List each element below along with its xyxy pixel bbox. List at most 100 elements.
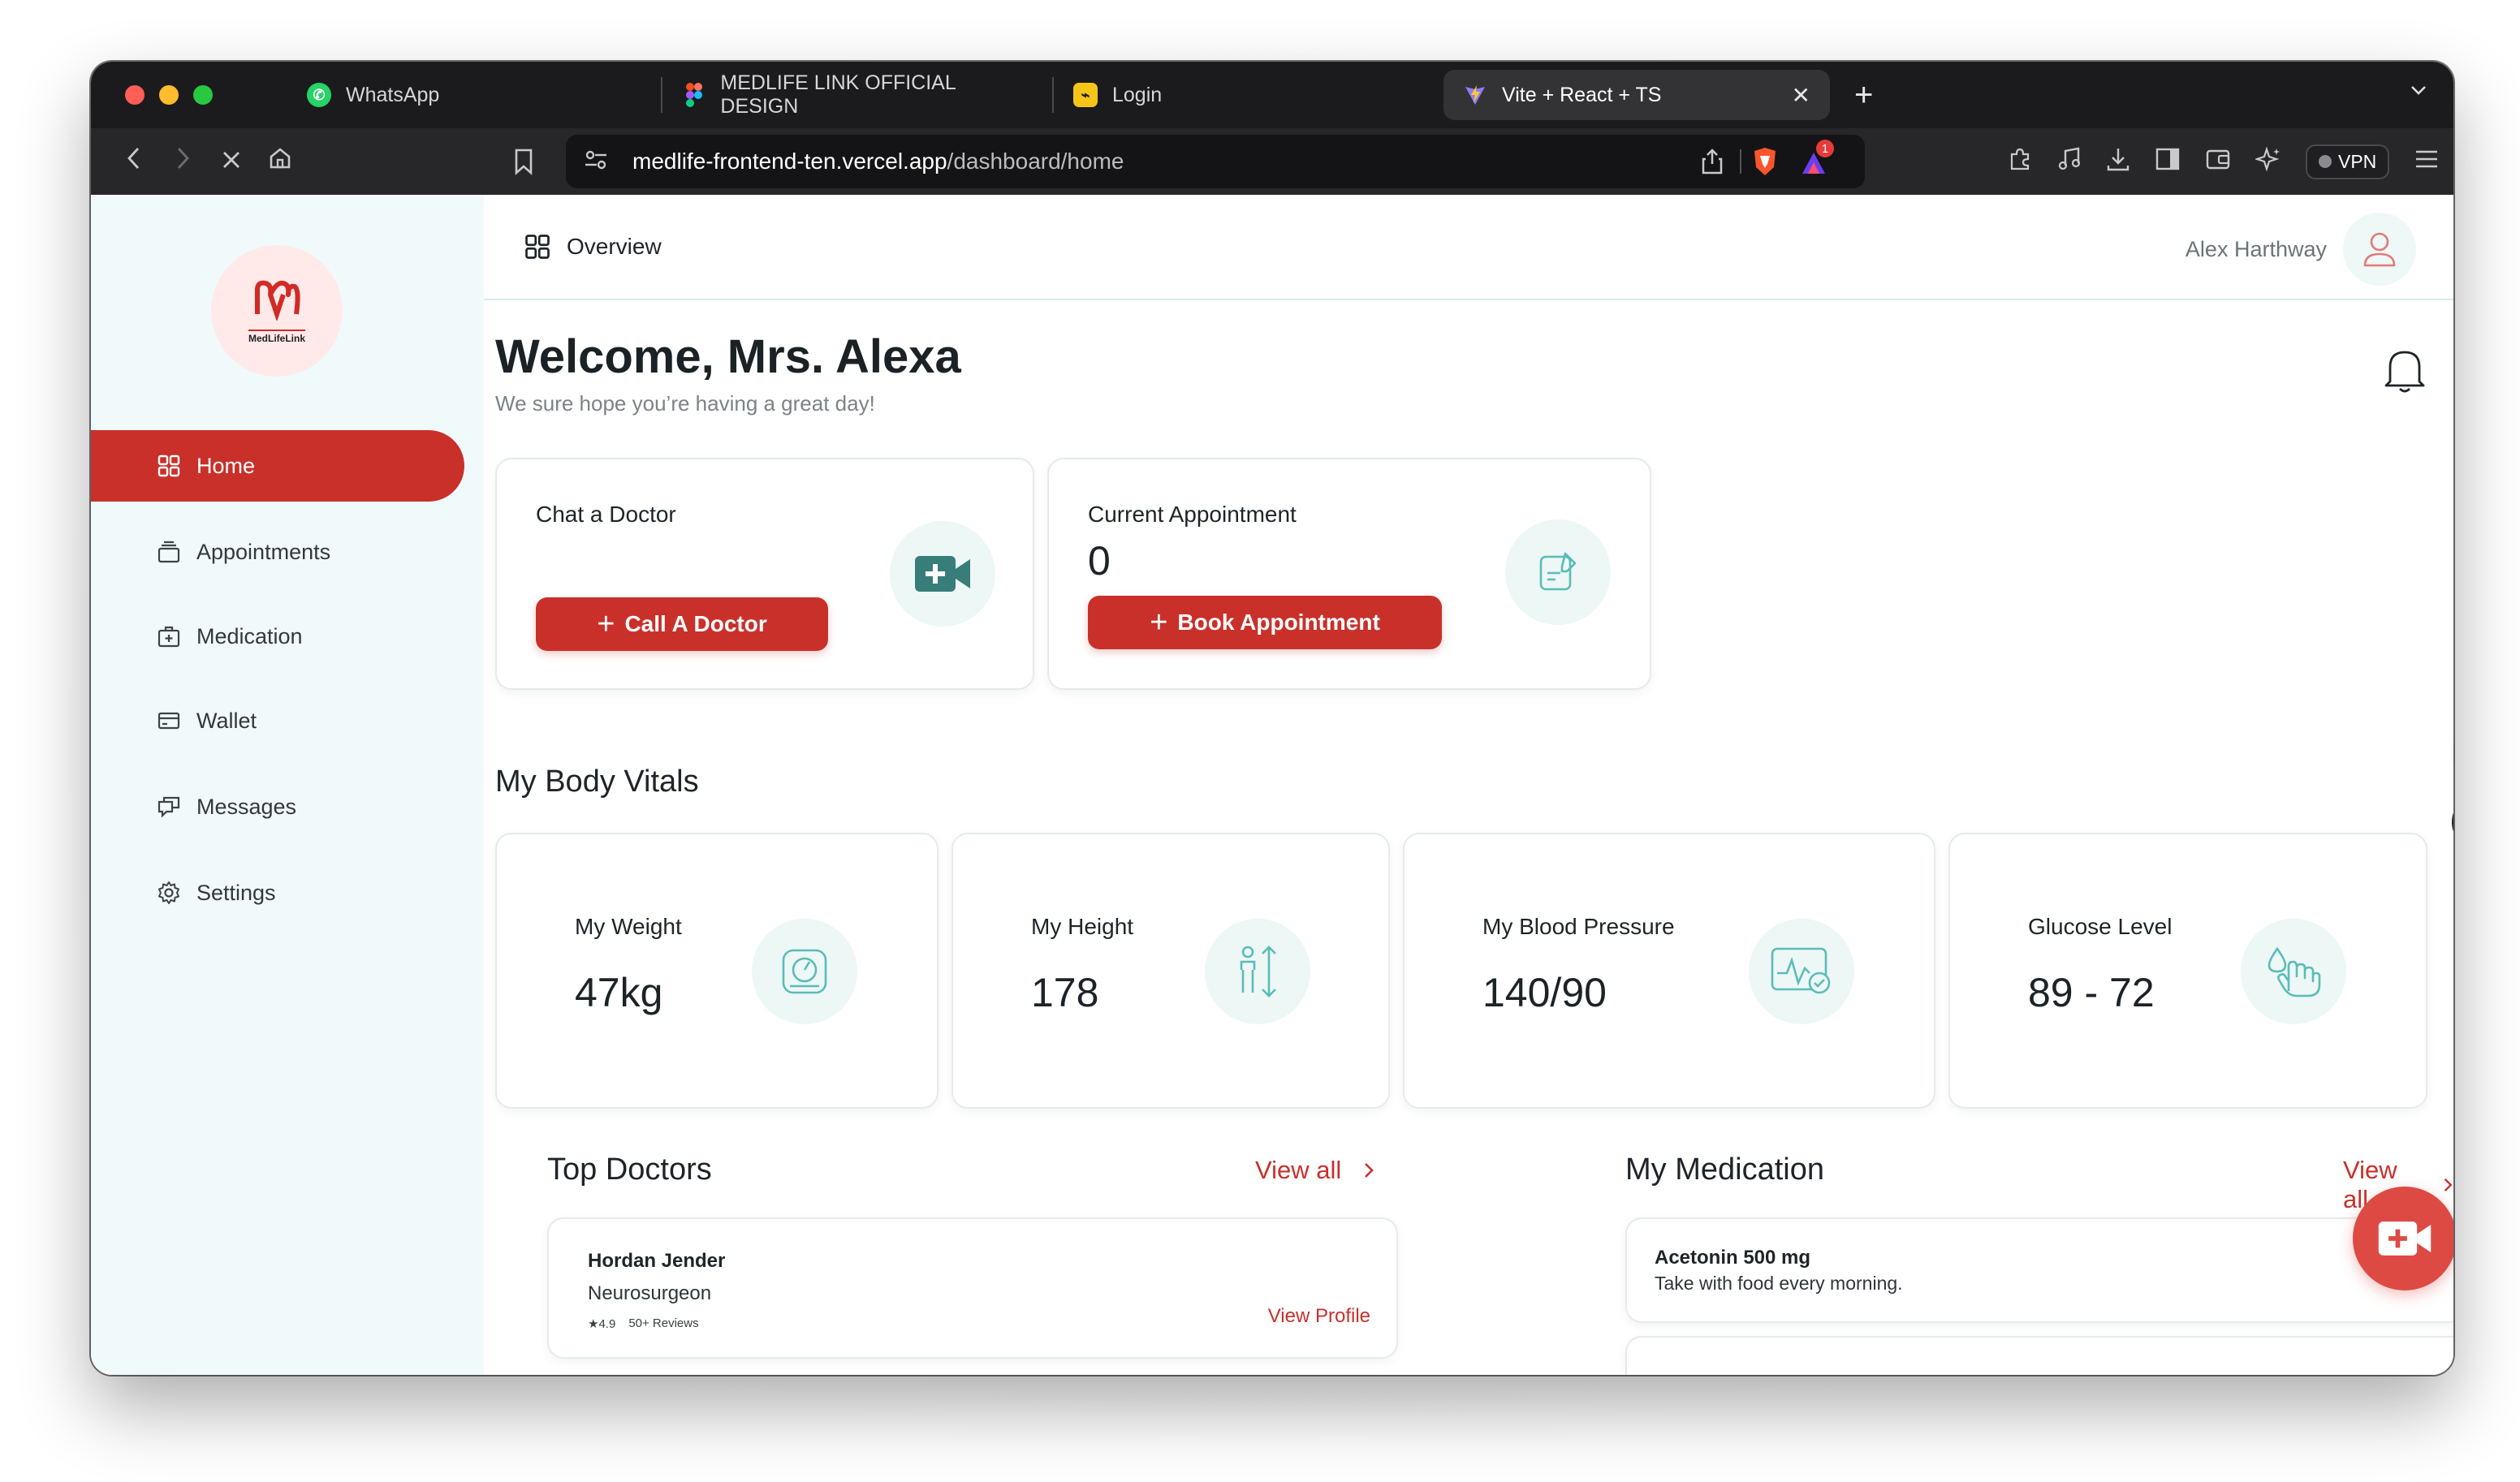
web-page: MedLifeLink Home Appointments Medication… (91, 195, 2453, 1375)
address-bar[interactable]: medlife-frontend-ten.vercel.app/dashboar… (566, 135, 1865, 188)
browser-toolbar: medlife-frontend-ten.vercel.app/dashboar… (91, 128, 2453, 195)
grid-icon (525, 235, 550, 259)
avatar[interactable] (2343, 213, 2416, 286)
welcome-heading: Welcome, Mrs. Alexa (495, 330, 961, 383)
share-icon[interactable] (1701, 148, 1724, 179)
home-icon[interactable] (268, 146, 292, 178)
minimize-window-button[interactable] (159, 85, 179, 105)
tab-whatsapp[interactable]: ✆ WhatsApp (287, 70, 661, 120)
music-icon[interactable] (2057, 146, 2082, 178)
sidebar-item-wallet[interactable]: Wallet (91, 685, 464, 756)
user-menu[interactable]: Alex Harthway (2186, 213, 2416, 286)
card-title: Chat a Doctor (536, 502, 676, 527)
vital-card-blood-pressure: My Blood Pressure 140/90 (1403, 833, 1935, 1109)
plus-icon: + (1150, 605, 1168, 640)
medication-card[interactable]: Acetonin 500 mg Take with food every mor… (1625, 1217, 2453, 1323)
clipboard-edit-icon (1505, 519, 1611, 625)
vite-icon (1463, 83, 1487, 107)
figma-icon (682, 83, 706, 107)
video-plus-icon (2378, 1221, 2432, 1256)
doctor-name: Hordan Jender (588, 1250, 726, 1272)
zoom-window-button[interactable] (193, 85, 213, 105)
notification-bell-icon[interactable] (2382, 346, 2427, 399)
site-settings-icon[interactable] (584, 149, 608, 174)
book-appointment-button[interactable]: + Book Appointment (1088, 596, 1442, 649)
current-appointment-card: Current Appointment 0 + Book Appointment (1047, 458, 1651, 690)
plus-icon: + (597, 607, 615, 641)
view-profile-link[interactable]: View Profile (1268, 1305, 1370, 1328)
sidebar-item-messages[interactable]: Messages (91, 771, 464, 842)
login-icon: ⌁ (1073, 83, 1098, 107)
button-label: Call A Doctor (624, 611, 767, 636)
video-call-fab[interactable] (2353, 1187, 2453, 1290)
brave-shields-icon[interactable] (1751, 146, 1779, 181)
sidebar-toggle-icon[interactable] (2155, 147, 2181, 177)
bookmark-icon[interactable] (513, 148, 534, 179)
vpn-button[interactable]: VPN (2306, 144, 2390, 179)
medication-name: Acetonin 500 mg (1655, 1247, 1811, 1269)
forward-icon[interactable] (170, 146, 195, 178)
video-plus-icon (890, 521, 995, 627)
top-doctors-title: Top Doctors (547, 1152, 712, 1187)
card-title: Current Appointment (1088, 502, 1297, 527)
logo-text: MedLifeLink (248, 329, 305, 344)
sidebar-item-label: Settings (196, 880, 276, 905)
rating-value: 4.9 (598, 1317, 616, 1331)
app-logo[interactable]: MedLifeLink (211, 245, 343, 377)
page-header: Overview Alex Harthway (484, 195, 2453, 300)
appointment-count: 0 (1088, 538, 1111, 584)
assistant-widget[interactable] (2452, 794, 2453, 851)
close-tab-icon[interactable]: ✕ (1792, 82, 1810, 109)
tab-login[interactable]: ⌁ Login (1054, 70, 1443, 120)
close-window-button[interactable] (125, 85, 145, 105)
wallet-icon (158, 712, 180, 730)
wallet-extension-icon[interactable] (2205, 147, 2231, 177)
tab-figma[interactable]: MEDLIFE LINK OFFICIAL DESIGN (662, 70, 1052, 120)
top-doctors-view-all-link[interactable]: View all (1255, 1156, 1375, 1185)
back-icon[interactable] (122, 146, 146, 178)
sidebar-item-settings[interactable]: Settings (91, 857, 464, 928)
doctor-card[interactable]: Hordan Jender Neurosurgeon ★4.9 50+ Revi… (547, 1217, 1398, 1359)
stop-loading-icon[interactable] (219, 146, 244, 178)
tab-label: MEDLIFE LINK OFFICIAL DESIGN (720, 71, 956, 118)
star-icon: ★4.9 (588, 1317, 616, 1331)
sidebar-item-label: Wallet (196, 708, 257, 733)
app-sidebar: MedLifeLink Home Appointments Medication… (91, 195, 484, 1375)
tab-label: Vite + React + TS (1502, 83, 1662, 106)
vital-label: My Blood Pressure (1482, 914, 1675, 939)
call-doctor-button[interactable]: + Call A Doctor (536, 597, 828, 651)
medlife-logo-icon (252, 278, 301, 326)
medication-section-title: My Medication (1625, 1152, 1824, 1187)
user-icon (2363, 232, 2396, 267)
vital-card-height: My Height 178 (951, 833, 1390, 1109)
whatsapp-icon: ✆ (307, 83, 331, 107)
vpn-label: VPN (2338, 150, 2377, 172)
sidebar-item-appointments[interactable]: Appointments (91, 516, 464, 588)
medkit-icon (158, 626, 180, 648)
review-count: 50+ Reviews (628, 1316, 699, 1330)
vital-value: 47kg (575, 970, 663, 1015)
user-name: Alex Harthway (2185, 236, 2327, 261)
gear-icon (158, 881, 179, 904)
extensions-icon[interactable] (2007, 146, 2033, 178)
browser-window: ✆ WhatsApp MEDLIFE LINK OFFICIAL DESIGN … (91, 62, 2453, 1375)
vpn-status-icon (2319, 155, 2332, 168)
leo-ai-icon[interactable] (2254, 146, 2281, 178)
sidebar-item-label: Messages (196, 794, 297, 819)
new-tab-button[interactable]: + (1854, 77, 1873, 114)
medication-note: Take with food every morning. (1655, 1273, 1903, 1294)
sidebar-item-home[interactable]: Home (91, 430, 464, 502)
menu-icon[interactable] (2414, 148, 2440, 176)
toolbar-extensions: VPN (2007, 128, 2440, 195)
sidebar-item-medication[interactable]: Medication (91, 601, 464, 672)
chevron-right-icon (1365, 1163, 1374, 1178)
welcome-subtitle: We sure hope you’re having a great day! (495, 391, 875, 416)
tab-list-chevron-icon[interactable] (2408, 80, 2429, 106)
tab-vite[interactable]: Vite + React + TS ✕ (1443, 70, 1830, 120)
sidebar-item-label: Home (196, 453, 256, 478)
scale-icon (752, 919, 857, 1024)
tab-label: Login (1112, 83, 1163, 106)
chat-doctor-card: Chat a Doctor + Call A Doctor (495, 458, 1034, 690)
download-icon[interactable] (2106, 146, 2130, 178)
medication-card[interactable] (1625, 1336, 2453, 1375)
